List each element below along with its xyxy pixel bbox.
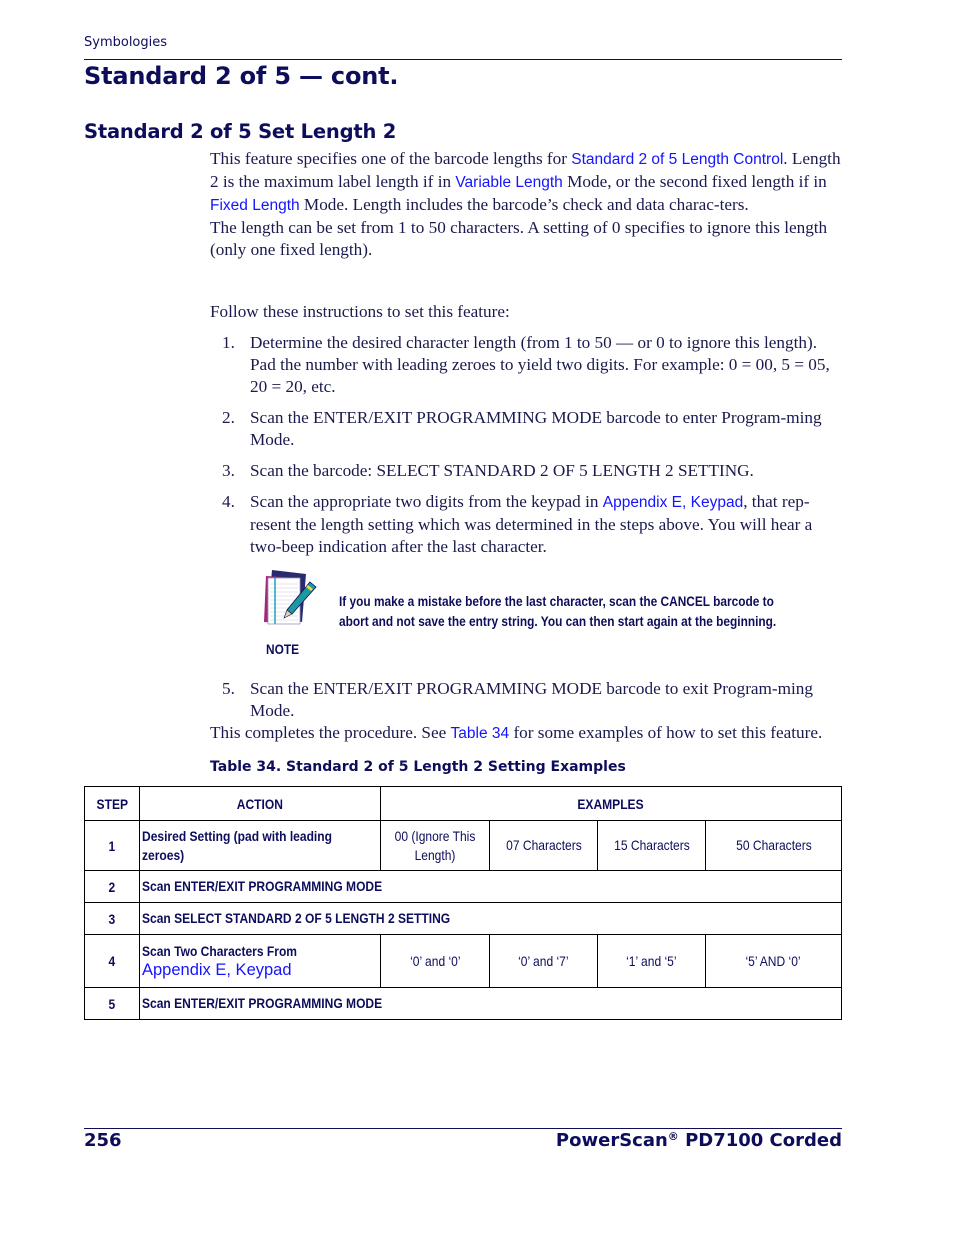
link-appendix-keypad-table[interactable]: Appendix E, Keypad — [142, 961, 292, 979]
link-fixed-length[interactable]: Fixed Length — [210, 197, 300, 214]
link-variable-length[interactable]: Variable Length — [455, 174, 562, 191]
example-cell: 15 Characters — [597, 820, 706, 871]
table-row: 1 Desired Setting (pad with leading zero… — [84, 820, 842, 871]
product-name: PowerScan® PD7100 Corded — [555, 1130, 842, 1151]
step-cell: 1 — [84, 820, 140, 871]
example-cell: ‘0’ and ‘0’ — [380, 934, 490, 988]
note-line: abort and not save the entry string. You… — [339, 613, 777, 629]
step-cell: 4 — [84, 934, 140, 988]
step-text: Scan the ENTER/EXIT PROGRAMMING MODE bar… — [250, 408, 822, 449]
step-text: Scan the appropriate two digits from the… — [250, 492, 603, 511]
example-cell: 00 (Ignore This Length) — [380, 820, 490, 871]
step-text: Scan the ENTER/EXIT PROGRAMMING MODE bar… — [250, 679, 813, 720]
example-cell: ‘0’ and ‘7’ — [489, 934, 598, 988]
link-appendix-keypad[interactable]: Appendix E, Keypad — [603, 494, 743, 511]
step-item: 5. Scan the ENTER/EXIT PROGRAMMING MODE b… — [210, 678, 842, 722]
note-callout: NOTE If you make a mistake before the la… — [252, 566, 842, 666]
example-cell: ‘5’ AND ‘0’ — [705, 934, 842, 988]
link-length-control[interactable]: Standard 2 of 5 Length Control — [571, 151, 783, 168]
step-number: 2. — [222, 408, 235, 427]
table-row: 2 Scan ENTER/EXIT PROGRAMMING MODE — [84, 870, 842, 903]
step-item: 1. Determine the desired character length… — [210, 332, 842, 398]
closing-text: This completes the procedure. See — [210, 723, 451, 742]
note-label: NOTE — [266, 642, 300, 657]
example-cell: 50 Characters — [705, 820, 842, 871]
example-cell: ‘1’ and ‘5’ — [597, 934, 706, 988]
instruction-steps-continued: 5. Scan the ENTER/EXIT PROGRAMMING MODE b… — [210, 678, 842, 722]
step-item: 3. Scan the barcode: SELECT STANDARD 2 OF… — [210, 460, 842, 482]
step-number: 3. — [222, 461, 235, 480]
note-text: If you make a mistake before the last ch… — [339, 592, 779, 631]
page-number: 256 — [84, 1130, 122, 1151]
length-range-paragraph: The length can be set from 1 to 50 chara… — [210, 218, 828, 259]
header-rule — [84, 59, 842, 60]
table-row: 3 Scan SELECT STANDARD 2 OF 5 LENGTH 2 S… — [84, 902, 842, 935]
example-cell: 07 Characters — [489, 820, 598, 871]
step-item: 4. Scan the appropriate two digits from t… — [210, 491, 842, 558]
table-header-row: STEP ACTION EXAMPLES — [84, 786, 842, 821]
step-cell: 3 — [84, 902, 140, 935]
intro-text: This feature specifies one of the barcod… — [210, 149, 572, 168]
table-row: 5 Scan ENTER/EXIT PROGRAMMING MODE — [84, 987, 842, 1020]
notepad-pen-icon — [264, 570, 317, 625]
link-table-34[interactable]: Table 34 — [451, 725, 510, 742]
header-examples: EXAMPLES — [380, 786, 842, 821]
closing-text: for some examples of how to set this fea… — [509, 723, 823, 742]
page-title: Standard 2 of 5 — cont. — [84, 62, 399, 90]
intro-text: Mode. Length includes the barcode’s chec… — [299, 195, 749, 214]
action-cell: Scan SELECT STANDARD 2 OF 5 LENGTH 2 SET… — [139, 902, 842, 935]
action-cell: Scan ENTER/EXIT PROGRAMMING MODE — [139, 870, 842, 903]
running-header-section: Symbologies — [84, 35, 168, 50]
instruction-steps: 1. Determine the desired character length… — [210, 332, 842, 567]
step-number: 4. — [222, 492, 235, 511]
table-row: 4 Scan Two Characters From Appendix E, K… — [84, 934, 842, 988]
setting-examples-table: STEP ACTION EXAMPLES 1 Desired Setting (… — [84, 786, 842, 1020]
footer-rule — [84, 1128, 842, 1129]
action-cell: Scan Two Characters From Appendix E, Key… — [139, 934, 381, 988]
note-line: If you make a mistake before the last ch… — [339, 594, 774, 609]
step-text: Scan the barcode: SELECT STANDARD 2 OF 5… — [250, 461, 754, 480]
header-step: STEP — [84, 786, 140, 821]
table-caption: Table 34. Standard 2 of 5 Length 2 Setti… — [210, 759, 626, 775]
step-text: Determine the desired character length (… — [250, 333, 830, 396]
step-number: 1. — [222, 333, 235, 352]
header-action: ACTION — [139, 786, 381, 821]
action-cell: Scan ENTER/EXIT PROGRAMMING MODE — [139, 987, 842, 1020]
intro-text: Mode, or the second fixed length if in — [562, 172, 827, 191]
action-cell: Desired Setting (pad with leading zeroes… — [139, 820, 381, 871]
section-title: Standard 2 of 5 Set Length 2 — [84, 120, 397, 143]
step-item: 2. Scan the ENTER/EXIT PROGRAMMING MODE b… — [210, 407, 842, 451]
step-cell: 5 — [84, 987, 140, 1020]
step-number: 5. — [222, 679, 235, 698]
intro-paragraph: This feature specifies one of the barcod… — [210, 148, 842, 261]
step-cell: 2 — [84, 870, 140, 903]
registered-mark: ® — [667, 1130, 679, 1143]
instructions-lead: Follow these instructions to set this fe… — [210, 302, 510, 321]
closing-paragraph: This completes the procedure. See Table … — [210, 722, 842, 745]
